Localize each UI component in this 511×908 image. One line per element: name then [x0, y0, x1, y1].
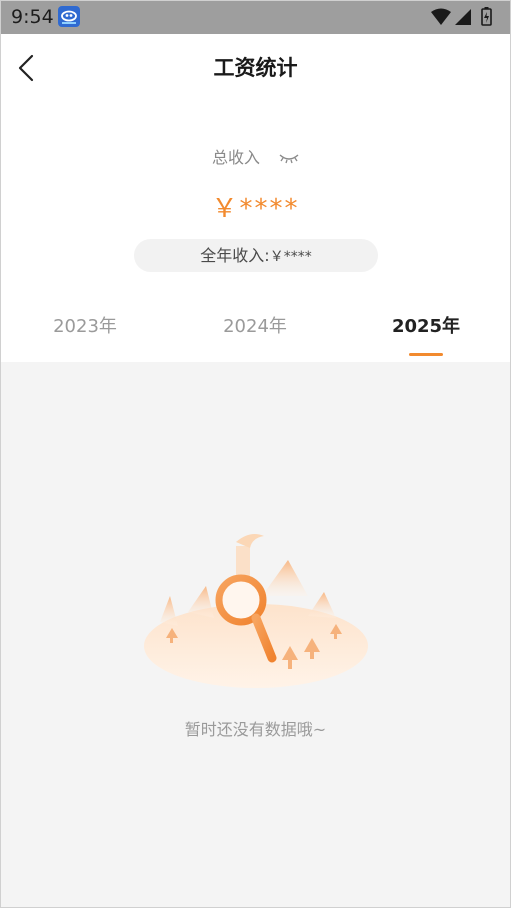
tab-2025[interactable]: 2025年: [341, 312, 511, 338]
status-time: 9:54: [11, 6, 54, 28]
wifi-icon: [431, 8, 451, 25]
battery-icon: [481, 7, 492, 26]
empty-state-message: 暂时还没有数据哦~: [184, 720, 327, 739]
header-panel: 工资统计 总收入 ￥**** 全年收入:￥**** 2023年 2024年 20…: [0, 34, 511, 362]
total-income-label: 总收入: [211, 148, 260, 167]
eye-closed-icon[interactable]: [279, 149, 299, 168]
tab-2024[interactable]: 2024年: [170, 312, 340, 338]
status-icons: [431, 7, 495, 27]
page-title: 工资统计: [213, 56, 298, 80]
tab-2023[interactable]: 2023年: [0, 312, 170, 338]
year-tabs: 2023年 2024年 2025年: [0, 308, 511, 362]
status-bar: 9:54: [0, 0, 511, 34]
annual-income-pill: 全年收入:￥****: [134, 239, 378, 272]
total-income-amount: ￥****: [211, 194, 300, 224]
magnifier-empty-illustration: [140, 526, 372, 692]
annual-income-label: 全年收入:: [200, 246, 270, 265]
app-icon: [58, 6, 80, 27]
total-income-row: 总收入: [0, 144, 511, 168]
signal-icon: [455, 9, 471, 25]
tab-active-indicator: [409, 353, 443, 356]
annual-income-amount: ￥****: [269, 249, 312, 265]
